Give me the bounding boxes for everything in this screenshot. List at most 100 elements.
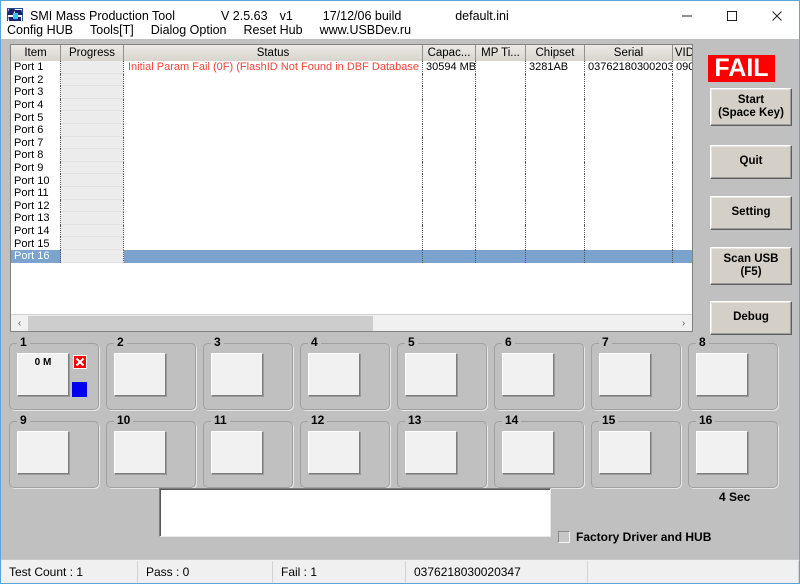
scan-usb-button[interactable]: Scan USB (F5) [710, 247, 792, 285]
cell-mp [476, 86, 526, 99]
port-slot[interactable]: 2 [106, 336, 196, 410]
port-slot[interactable]: 7 [591, 336, 681, 410]
port-slot[interactable]: 10 M [9, 336, 99, 410]
cell-prog [61, 249, 124, 263]
column-header-chip[interactable]: Chipset [526, 45, 585, 61]
column-header-vid[interactable]: VID/PI [673, 45, 692, 61]
table-row[interactable]: Port 9 [11, 161, 692, 175]
port-slot[interactable]: 12 [300, 414, 390, 488]
port-slot[interactable]: 13 [397, 414, 487, 488]
cell-prog [61, 111, 124, 124]
cell-cap [423, 161, 476, 175]
table-row[interactable]: Port 10 [11, 174, 692, 187]
column-header-ser[interactable]: Serial [585, 45, 673, 61]
scroll-right-arrow-icon[interactable]: › [675, 314, 692, 331]
cell-vid [673, 149, 692, 162]
port-slot-display [502, 431, 554, 474]
port-slot[interactable]: 15 [591, 414, 681, 488]
debug-button[interactable]: Debug [710, 301, 792, 335]
port-slot-display [696, 431, 748, 474]
port-slot-display [696, 353, 748, 396]
table-horizontal-scrollbar[interactable]: ‹ › [11, 314, 692, 331]
status-bar-segment: 0376218030020347 [406, 560, 588, 583]
cell-vid [673, 174, 692, 187]
client-area: Item Progress Status Capac... MP Ti... Chipse… [1, 39, 799, 583]
cell-vid [673, 74, 692, 87]
port-slot-display [502, 353, 554, 396]
port-slot-number: 9 [17, 414, 30, 426]
port-slot[interactable]: 6 [494, 336, 584, 410]
cell-item: Port 2 [11, 73, 61, 87]
cell-status [124, 136, 423, 150]
column-header-cap[interactable]: Capac... [423, 45, 476, 61]
cell-item: Port 15 [11, 237, 61, 250]
table-row[interactable]: Port 4 [11, 98, 692, 112]
scroll-track[interactable] [28, 314, 675, 331]
port-slot[interactable]: 11 [203, 414, 293, 488]
cell-item: Port 3 [11, 86, 61, 99]
menu-item-tools[interactable]: Tools[T] [90, 23, 134, 37]
column-header-item[interactable]: Item [11, 45, 61, 61]
table-row[interactable]: Port 6 [11, 123, 692, 137]
table-row[interactable]: Port 7 [11, 136, 692, 150]
menu-item-config-hub[interactable]: Config HUB [7, 23, 73, 37]
cell-vid [673, 111, 692, 124]
cell-vid [673, 212, 692, 225]
table-row[interactable]: Port 15 [11, 237, 692, 250]
port-slot-display [114, 353, 166, 396]
cell-ser: 0376218030020347 [585, 61, 673, 74]
menu-item-reset-hub[interactable]: Reset Hub [244, 23, 303, 37]
port-slot[interactable]: 14 [494, 414, 584, 488]
cell-cap [423, 199, 476, 213]
cell-status [124, 73, 423, 87]
port-slot[interactable]: 9 [9, 414, 99, 488]
table-row[interactable]: Port 5 [11, 111, 692, 124]
cell-mp [476, 174, 526, 187]
table-row[interactable]: Port 2 [11, 73, 692, 87]
table-row[interactable]: Port 14 [11, 224, 692, 238]
table-row[interactable]: Port 12 [11, 199, 692, 213]
cell-chip [526, 136, 585, 150]
quit-button[interactable]: Quit [710, 145, 792, 179]
table-row[interactable]: Port 16 [11, 249, 692, 263]
checkbox-box-icon[interactable] [558, 531, 570, 543]
setting-button[interactable]: Setting [710, 196, 792, 230]
menu-item-usbdev-link[interactable]: www.USBDev.ru [320, 23, 411, 37]
port-slot-number: 12 [308, 414, 328, 426]
port-slot[interactable]: 4 [300, 336, 390, 410]
port-slot[interactable]: 10 [106, 414, 196, 488]
table-row[interactable]: Port 11 [11, 186, 692, 200]
port-slot-display [114, 431, 166, 474]
factory-driver-checkbox[interactable]: Factory Driver and HUB [558, 530, 711, 544]
cell-mp [476, 224, 526, 238]
table-row[interactable]: Port 1 Initial Param Fail (0F) (FlashID N… [11, 61, 692, 74]
port-slot[interactable]: 5 [397, 336, 487, 410]
cell-ser [585, 123, 673, 137]
port-slot-number: 14 [502, 414, 522, 426]
scroll-left-arrow-icon[interactable]: ‹ [11, 314, 28, 331]
cell-cap [423, 123, 476, 137]
status-bar-segment: Fail : 1 [273, 560, 406, 583]
ports-table: Item Progress Status Capac... MP Ti... Chipse… [10, 44, 693, 332]
cell-cap [423, 249, 476, 263]
cell-ser [585, 174, 673, 187]
port-slot[interactable]: 16 [688, 414, 778, 488]
action-panel: FAIL Start (Space Key) Quit Setting Scan… [701, 44, 793, 344]
port-slot-number: 16 [696, 414, 716, 426]
menu-item-dialog-option[interactable]: Dialog Option [151, 23, 227, 37]
port-slot[interactable]: 3 [203, 336, 293, 410]
log-textbox[interactable] [159, 488, 551, 537]
cell-item: Port 9 [11, 161, 61, 175]
table-row[interactable]: Port 8 [11, 149, 692, 162]
start-button[interactable]: Start (Space Key) [710, 88, 792, 126]
column-header-prog[interactable]: Progress [61, 45, 124, 61]
table-row[interactable]: Port 13 [11, 212, 692, 225]
table-row[interactable]: Port 3 [11, 86, 692, 99]
column-header-mp[interactable]: MP Ti... [476, 45, 526, 61]
column-header-status[interactable]: Status [124, 45, 423, 61]
port-slot[interactable]: 8 [688, 336, 778, 410]
cell-chip [526, 199, 585, 213]
scroll-thumb[interactable] [28, 315, 373, 331]
cell-chip [526, 237, 585, 250]
cell-status [124, 111, 423, 124]
